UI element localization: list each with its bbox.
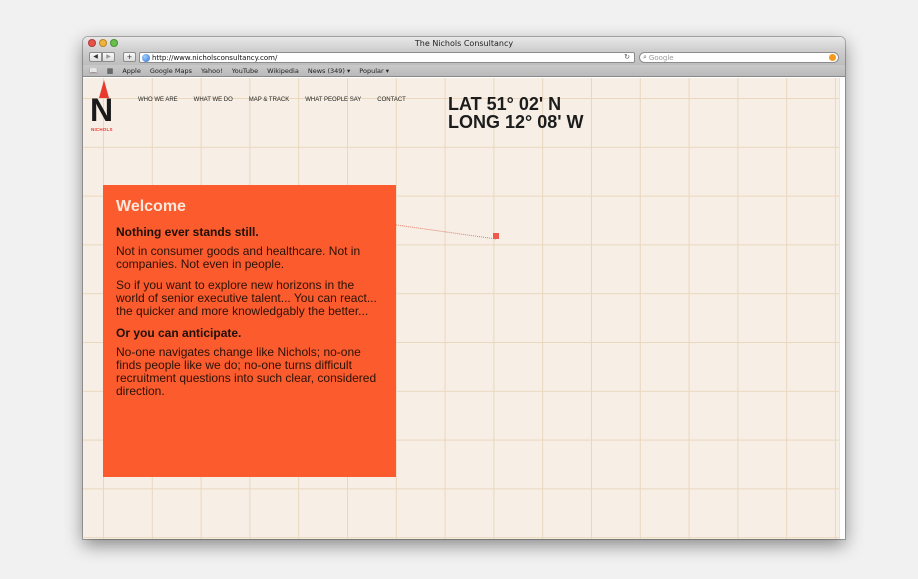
bookmarks-bar: 📖 ▦ Apple Google Maps Yahoo! YouTube Wik… <box>83 65 845 77</box>
nav-what-people-say[interactable]: WHAT PEOPLE SAY <box>305 97 361 103</box>
back-button[interactable]: ◀ <box>89 52 102 62</box>
latitude: LAT 51° 02' N <box>448 94 562 114</box>
reload-icon[interactable]: ↻ <box>624 53 630 62</box>
minimize-icon[interactable] <box>99 39 107 47</box>
snapback-icon[interactable] <box>829 54 836 61</box>
window-controls <box>88 39 118 47</box>
search-placeholder: Google <box>648 53 674 62</box>
scrollbar[interactable] <box>839 78 845 539</box>
add-bookmark-button[interactable]: + <box>123 52 136 62</box>
marker-connector <box>392 224 496 240</box>
nav-map-track[interactable]: MAP & TRACK <box>249 97 289 103</box>
grid-icon[interactable]: ▦ <box>107 67 114 75</box>
welcome-paragraph-2: So if you want to explore new horizons i… <box>116 278 377 318</box>
url-text: http://www.nicholsconsultancy.com/ <box>152 53 278 62</box>
bookmark-apple[interactable]: Apple <box>122 67 141 75</box>
welcome-paragraph-1: Not in consumer goods and healthcare. No… <box>116 244 361 271</box>
bookmark-google-maps[interactable]: Google Maps <box>150 67 192 75</box>
book-icon[interactable]: 📖 <box>89 67 98 75</box>
web-page: N NICHOLS WHO WE ARE WHAT WE DO MAP & TR… <box>83 78 845 539</box>
browser-window: The Nichols Consultancy ◀ ▶ + http://www… <box>83 37 845 539</box>
search-icon: ⌕ <box>643 53 647 61</box>
bookmark-popular[interactable]: Popular ▾ <box>359 67 389 75</box>
bookmark-news[interactable]: News (349) ▾ <box>308 67 350 75</box>
welcome-panel: Welcome Nothing ever stands still. Not i… <box>103 185 396 477</box>
browser-toolbar: ◀ ▶ + http://www.nicholsconsultancy.com/… <box>83 50 845 65</box>
logo-wordmark: NICHOLS <box>91 127 113 132</box>
longitude: LONG 12° 08' W <box>448 112 584 132</box>
nav-what-we-do[interactable]: WHAT WE DO <box>194 97 233 103</box>
main-nav: WHO WE ARE WHAT WE DO MAP & TRACK WHAT P… <box>138 97 406 103</box>
address-bar[interactable]: http://www.nicholsconsultancy.com/ ↻ <box>139 52 635 63</box>
nav-contact[interactable]: CONTACT <box>377 97 406 103</box>
map-marker[interactable] <box>493 233 499 239</box>
site-logo[interactable]: N NICHOLS <box>90 80 118 134</box>
welcome-heading-1: Nothing ever stands still. <box>116 225 259 239</box>
maximize-icon[interactable] <box>110 39 118 47</box>
nav-who-we-are[interactable]: WHO WE ARE <box>138 97 178 103</box>
bookmark-wikipedia[interactable]: Wikipedia <box>267 67 299 75</box>
welcome-heading-2: Or you can anticipate. <box>116 326 242 340</box>
bookmark-yahoo[interactable]: Yahoo! <box>201 67 223 75</box>
coordinates-readout: LAT 51° 02' N LONG 12° 08' W <box>448 95 584 131</box>
window-title: The Nichols Consultancy <box>414 39 514 48</box>
forward-button[interactable]: ▶ <box>102 52 115 62</box>
logo-letter: N <box>90 92 114 128</box>
close-icon[interactable] <box>88 39 96 47</box>
title-bar: The Nichols Consultancy <box>83 37 845 50</box>
bookmark-youtube[interactable]: YouTube <box>232 67 258 75</box>
welcome-title: Welcome <box>116 198 186 215</box>
search-input[interactable]: ⌕ Google <box>639 52 839 63</box>
globe-icon <box>142 53 150 62</box>
welcome-paragraph-3: No-one navigates change like Nichols; no… <box>116 345 377 398</box>
